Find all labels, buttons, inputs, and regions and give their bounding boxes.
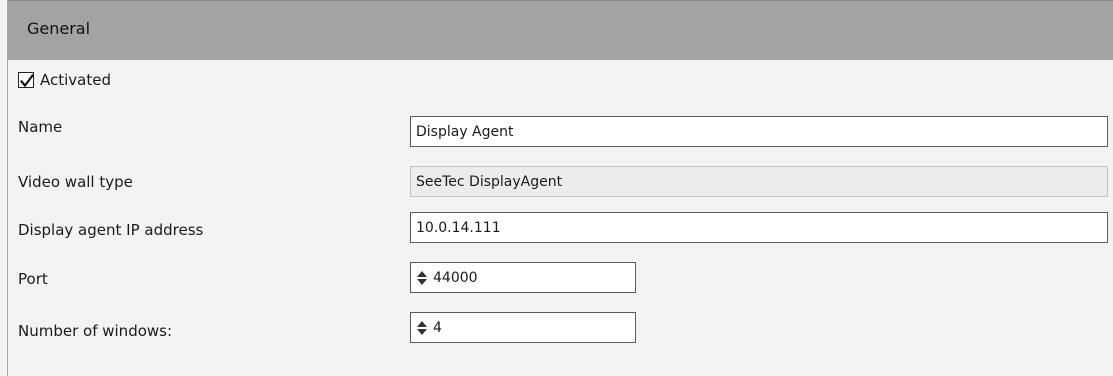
windows-value: 4 bbox=[433, 319, 442, 336]
up-down-spinner-icon[interactable] bbox=[416, 270, 428, 286]
video-wall-type-value: SeeTec DisplayAgent bbox=[416, 173, 563, 190]
video-wall-type-field: SeeTec DisplayAgent bbox=[410, 166, 1108, 197]
check-icon bbox=[19, 73, 35, 88]
up-down-spinner-icon[interactable] bbox=[416, 320, 428, 336]
activated-checkbox-row[interactable]: Activated bbox=[18, 69, 111, 91]
section-title: General bbox=[27, 19, 91, 38]
windows-stepper[interactable]: 4 bbox=[410, 312, 636, 343]
video-wall-type-label: Video wall type bbox=[18, 173, 133, 191]
activated-checkbox[interactable] bbox=[18, 72, 35, 88]
general-panel: General Activated Name Display Agent Vid… bbox=[7, 0, 1113, 376]
section-header: General bbox=[8, 0, 1113, 60]
activated-label: Activated bbox=[40, 71, 111, 89]
ip-value: 10.0.14.111 bbox=[416, 219, 501, 236]
port-value: 44000 bbox=[433, 269, 478, 286]
name-label: Name bbox=[18, 118, 63, 136]
ip-label: Display agent IP address bbox=[18, 221, 204, 239]
port-stepper[interactable]: 44000 bbox=[410, 262, 636, 293]
name-value: Display Agent bbox=[416, 123, 514, 140]
name-input[interactable]: Display Agent bbox=[410, 116, 1108, 147]
port-label: Port bbox=[18, 270, 48, 288]
ip-input[interactable]: 10.0.14.111 bbox=[410, 212, 1108, 243]
windows-label: Number of windows: bbox=[18, 322, 173, 340]
